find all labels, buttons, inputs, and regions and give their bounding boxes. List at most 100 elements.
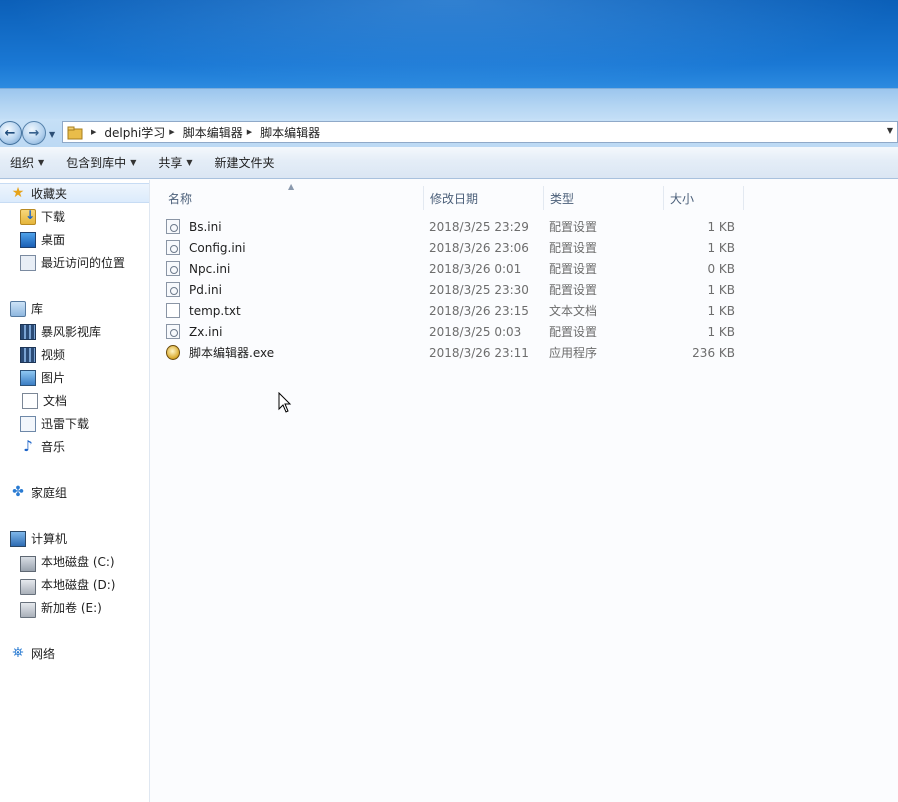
file-type: 文本文档 bbox=[549, 304, 598, 318]
sidebar-item-network[interactable]: ⛯ 网络 bbox=[10, 643, 55, 663]
file-modified: 2018/3/26 23:11 bbox=[429, 345, 529, 360]
file-size: 1 KB bbox=[707, 219, 735, 234]
address-bar[interactable]: ▶ delphi学习 ▶ 脚本编辑器 ▶ 脚本编辑器 ▼ bbox=[62, 121, 898, 143]
file-name: Pd.ini bbox=[189, 282, 222, 297]
command-toolbar: 组织 ▼ 包含到库中 ▼ 共享 ▼ 新建文件夹 bbox=[0, 147, 898, 179]
new-folder-button[interactable]: 新建文件夹 bbox=[205, 154, 287, 171]
file-size: 1 KB bbox=[707, 282, 735, 297]
sidebar-item-drive-e[interactable]: 新加卷 (E:) bbox=[20, 597, 102, 618]
sidebar-item-baofeng-library[interactable]: 暴风影视库 bbox=[20, 321, 101, 341]
file-type: 配置设置 bbox=[549, 325, 598, 339]
sidebar-item-drive-c[interactable]: 本地磁盘 (C:) bbox=[20, 551, 115, 572]
file-modified: 2018/3/25 23:30 bbox=[429, 282, 529, 297]
back-button[interactable]: ← bbox=[0, 121, 22, 145]
sidebar-item-thunder-downloads[interactable]: 迅雷下载 bbox=[20, 413, 89, 433]
file-type: 应用程序 bbox=[549, 346, 598, 360]
file-modified: 2018/3/25 23:29 bbox=[429, 219, 529, 234]
star-icon: ★ bbox=[11, 185, 25, 201]
sidebar-item-favorites[interactable]: ★ 收藏夹 bbox=[0, 183, 149, 203]
folder-icon bbox=[67, 126, 83, 140]
breadcrumb-item[interactable]: delphi学习 bbox=[104, 124, 165, 141]
video-library-icon bbox=[20, 324, 36, 340]
sidebar-item-music[interactable]: ♪ 音乐 bbox=[20, 436, 65, 456]
file-row[interactable]: Config.ini 2018/3/26 23:06 配置设置 1 KB bbox=[166, 237, 746, 258]
column-header-type[interactable]: 类型 bbox=[544, 186, 664, 210]
breadcrumb-separator-icon[interactable]: ▶ bbox=[91, 128, 96, 136]
homegroup-icon: ✤ bbox=[12, 484, 24, 500]
file-size: 1 KB bbox=[707, 240, 735, 255]
file-name: Bs.ini bbox=[189, 219, 222, 234]
file-type: 配置设置 bbox=[549, 262, 598, 276]
file-row[interactable]: Pd.ini 2018/3/25 23:30 配置设置 1 KB bbox=[166, 279, 746, 300]
file-size: 0 KB bbox=[707, 261, 735, 276]
ini-file-icon bbox=[166, 261, 180, 276]
ini-file-icon bbox=[166, 282, 180, 297]
file-name: Npc.ini bbox=[189, 261, 231, 276]
forward-arrow-icon: → bbox=[28, 125, 40, 141]
file-name: Zx.ini bbox=[189, 324, 223, 339]
include-in-library-button[interactable]: 包含到库中 ▼ bbox=[56, 154, 148, 171]
file-row[interactable]: 脚本编辑器.exe 2018/3/26 23:11 应用程序 236 KB bbox=[166, 342, 746, 363]
document-icon bbox=[22, 392, 38, 409]
sidebar-item-drive-d[interactable]: 本地磁盘 (D:) bbox=[20, 574, 115, 595]
exe-app-icon bbox=[166, 345, 180, 360]
breadcrumb-item[interactable]: 脚本编辑器 bbox=[183, 124, 243, 141]
file-row[interactable]: temp.txt 2018/3/26 23:15 文本文档 1 KB bbox=[166, 300, 746, 321]
file-modified: 2018/3/26 0:01 bbox=[429, 261, 522, 276]
file-row[interactable]: Zx.ini 2018/3/25 0:03 配置设置 1 KB bbox=[166, 321, 746, 342]
file-type: 配置设置 bbox=[549, 283, 598, 297]
sidebar-item-desktop[interactable]: 桌面 bbox=[20, 229, 65, 249]
sidebar-item-pictures[interactable]: 图片 bbox=[20, 367, 65, 387]
file-type: 配置设置 bbox=[549, 241, 598, 255]
sidebar-item-libraries[interactable]: 库 bbox=[10, 298, 43, 318]
sidebar-item-homegroup[interactable]: ✤ 家庭组 bbox=[10, 482, 67, 502]
file-size: 236 KB bbox=[692, 345, 735, 360]
file-row[interactable]: Npc.ini 2018/3/26 0:01 配置设置 0 KB bbox=[166, 258, 746, 279]
recent-places-icon bbox=[20, 254, 36, 271]
chevron-down-icon: ▼ bbox=[186, 158, 193, 167]
organize-menu-button[interactable]: 组织 ▼ bbox=[0, 154, 56, 171]
network-icon: ⛯ bbox=[12, 645, 24, 661]
file-name: 脚本编辑器.exe bbox=[189, 346, 275, 360]
sidebar-item-computer[interactable]: 计算机 bbox=[10, 528, 67, 548]
file-modified: 2018/3/26 23:15 bbox=[429, 303, 529, 318]
file-modified: 2018/3/25 0:03 bbox=[429, 324, 522, 339]
forward-button[interactable]: → bbox=[22, 121, 46, 145]
file-size: 1 KB bbox=[707, 324, 735, 339]
ini-file-icon bbox=[166, 240, 180, 255]
file-list-pane: ▲ 名称 修改日期 类型 大小 Bs.ini 2018/3/25 23:29 配… bbox=[150, 180, 898, 802]
music-note-icon: ♪ bbox=[23, 437, 33, 455]
share-button[interactable]: 共享 ▼ bbox=[148, 154, 204, 171]
ini-file-icon bbox=[166, 219, 180, 234]
column-header-size[interactable]: 大小 bbox=[664, 186, 744, 210]
file-row[interactable]: Bs.ini 2018/3/25 23:29 配置设置 1 KB bbox=[166, 216, 746, 237]
hard-drive-icon bbox=[20, 601, 36, 618]
file-size: 1 KB bbox=[707, 303, 735, 318]
downloads-folder-icon bbox=[20, 208, 36, 225]
window-title-strip bbox=[0, 89, 898, 119]
breadcrumb-separator-icon[interactable]: ▶ bbox=[247, 128, 252, 136]
file-modified: 2018/3/26 23:06 bbox=[429, 240, 529, 255]
column-header-name[interactable]: 名称 bbox=[162, 186, 424, 210]
address-history-dropdown-icon[interactable]: ▼ bbox=[887, 126, 893, 135]
download-library-icon bbox=[20, 415, 36, 432]
breadcrumb-separator-icon[interactable]: ▶ bbox=[169, 128, 174, 136]
recent-pages-dropdown-icon[interactable]: ▼ bbox=[49, 130, 55, 139]
ini-file-icon bbox=[166, 324, 180, 339]
column-header-modified[interactable]: 修改日期 bbox=[424, 186, 544, 210]
video-icon bbox=[20, 347, 36, 363]
text-file-icon bbox=[166, 303, 180, 318]
sidebar-item-videos[interactable]: 视频 bbox=[20, 344, 65, 364]
sidebar-item-documents[interactable]: 文档 bbox=[20, 390, 67, 410]
computer-icon bbox=[10, 531, 26, 547]
breadcrumb-item[interactable]: 脚本编辑器 bbox=[260, 124, 320, 141]
sidebar-item-recent-places[interactable]: 最近访问的位置 bbox=[20, 252, 125, 272]
chevron-down-icon: ▼ bbox=[38, 158, 45, 167]
explorer-window: ← → ▼ ▶ delphi学习 ▶ 脚本编辑器 ▶ 脚本编辑器 ▼ 组织 ▼ 包… bbox=[0, 88, 898, 802]
pictures-icon bbox=[20, 370, 36, 386]
chevron-down-icon: ▼ bbox=[130, 158, 137, 167]
desktop-icon bbox=[20, 232, 36, 248]
back-arrow-icon: ← bbox=[4, 125, 16, 141]
sidebar-item-downloads[interactable]: 下载 bbox=[20, 206, 65, 226]
system-drive-icon bbox=[20, 555, 36, 572]
